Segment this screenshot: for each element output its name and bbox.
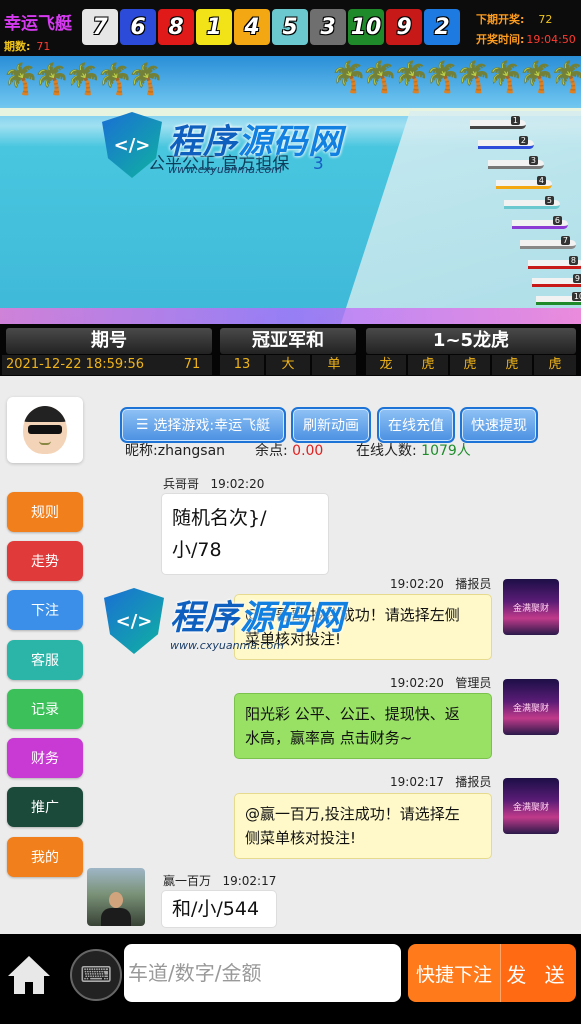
- draw-ball: 6: [120, 9, 156, 45]
- avatar[interactable]: [7, 397, 83, 463]
- refresh-animation-button[interactable]: 刷新动画: [291, 407, 371, 443]
- send-button[interactable]: 发 送: [500, 944, 576, 1002]
- user-avatar[interactable]: [87, 868, 145, 926]
- stat-header-dragon-tiger: 1~5龙虎: [366, 328, 576, 354]
- message-meta: 兵哥哥 19:02:20: [163, 477, 265, 491]
- stat-parity: 单: [312, 355, 356, 375]
- sidebar-item-support[interactable]: 客服: [7, 640, 83, 680]
- draw-ball: 4: [234, 9, 270, 45]
- online-recharge-button[interactable]: 在线充值: [377, 407, 455, 443]
- boat: 4: [496, 176, 552, 189]
- stat-dragon-tiger: 虎: [492, 355, 532, 375]
- race-animation: 🌴🌴🌴🌴🌴 🌴🌴🌴🌴🌴🌴🌴🌴 公平公正 官方担保 3 1 2 3 4 5 6 7…: [0, 56, 581, 324]
- stat-header-sum: 冠亚军和: [220, 328, 356, 354]
- stat-dragon-tiger: 虎: [408, 355, 448, 375]
- palm-trees-icon: 🌴🌴🌴🌴🌴🌴🌴🌴: [330, 60, 581, 95]
- period-label: 期数: 71: [4, 40, 51, 53]
- chat-message: @赢一百万,投注成功！请选择左 侧菜单核对投注!: [234, 793, 492, 859]
- chat-message: 和/小/544: [161, 890, 277, 928]
- result-stats: 期号 冠亚军和 1~5龙虎 2021-12-22 18:59:56 71 13 …: [0, 324, 581, 376]
- period-value: 71: [36, 40, 51, 53]
- online-count-value: 1079人: [421, 443, 471, 459]
- code-shield-icon: </>: [102, 112, 162, 178]
- stat-period: 71: [172, 355, 212, 375]
- balance: 余点: 0.00: [255, 443, 324, 459]
- balance-value: 0.00: [292, 443, 324, 459]
- stat-size: 大: [266, 355, 310, 375]
- boat: 1: [470, 116, 526, 129]
- code-shield-icon: </>: [104, 588, 164, 654]
- finish-band: [0, 308, 581, 324]
- stat-dragon-tiger: 虎: [534, 355, 576, 375]
- boat: 3: [488, 156, 544, 169]
- home-icon[interactable]: [6, 952, 52, 998]
- draw-ball: 7: [82, 9, 118, 45]
- boat: 6: [512, 216, 568, 229]
- stat-dragon-tiger: 虎: [450, 355, 490, 375]
- bottom-bar: ⌨ 快捷下注 发 送: [0, 934, 581, 1024]
- draw-ball: 5: [272, 9, 308, 45]
- admin-avatar[interactable]: 金满聚财: [503, 679, 559, 735]
- broadcaster-avatar[interactable]: 金满聚财: [503, 778, 559, 834]
- quick-withdraw-button[interactable]: 快速提现: [460, 407, 538, 443]
- draw-ball: 3: [310, 9, 346, 45]
- stat-sum: 13: [220, 355, 264, 375]
- bet-input[interactable]: [124, 944, 401, 1002]
- boat: 9: [532, 274, 581, 287]
- boat: 7: [520, 236, 576, 249]
- sidebar-item-finance[interactable]: 财务: [7, 738, 83, 778]
- online-count: 在线人数: 1079人: [356, 443, 471, 459]
- boat: 8: [528, 256, 581, 269]
- sidebar-item-bet[interactable]: 下注: [7, 590, 83, 630]
- boat: 5: [504, 196, 560, 209]
- message-meta: 19:02:17 播报员: [390, 775, 492, 789]
- user-avatar-icon: [23, 406, 67, 454]
- sidebar-item-rules[interactable]: 规则: [7, 492, 83, 532]
- message-meta: 赢一百万 19:02:17: [163, 874, 277, 888]
- next-draw-info: 下期开奖: 72 开奖时间: 19:04:50: [476, 13, 576, 46]
- watermark: </> 程序源码网 www.cxyuanma.com: [102, 112, 343, 178]
- sidebar-item-mine[interactable]: 我的: [7, 837, 83, 877]
- palm-trees-icon: 🌴🌴🌴🌴🌴: [2, 62, 165, 97]
- draw-countdown: 19:04:50: [526, 33, 576, 46]
- list-icon: ☰: [135, 417, 149, 433]
- quick-bet-button[interactable]: 快捷下注: [408, 944, 500, 1002]
- sidebar-item-promote[interactable]: 推广: [7, 787, 83, 827]
- next-period: 72: [538, 13, 553, 26]
- game-title: 幸运飞艇: [4, 14, 72, 34]
- draw-ball: 9: [386, 9, 422, 45]
- stat-datetime: 2021-12-22 18:59:56: [2, 355, 172, 375]
- race-track: [332, 111, 581, 324]
- stat-dragon-tiger: 龙: [366, 355, 406, 375]
- sidebar-item-records[interactable]: 记录: [7, 689, 83, 729]
- message-meta: 19:02:20 管理员: [390, 676, 492, 690]
- sidebar-item-trend[interactable]: 走势: [7, 541, 83, 581]
- draw-ball: 1: [196, 9, 232, 45]
- top-bar: 幸运飞艇 期数: 71 7 6 8 1 4 5 3 10 9 2 下期开奖: 72 …: [0, 0, 581, 56]
- chat-message: 随机名次}/小/78: [161, 493, 329, 575]
- chat-message: 阳光彩 公平、公正、提现快、返 水高，赢率高 点击财务~: [234, 693, 492, 759]
- watermark: </> 程序源码网 www.cxyuanma.com: [104, 588, 345, 654]
- nickname: 昵称:zhangsan: [125, 443, 226, 459]
- stat-header-period: 期号: [6, 328, 212, 354]
- draw-numbers: 7 6 8 1 4 5 3 10 9 2: [82, 9, 460, 45]
- draw-ball: 8: [158, 9, 194, 45]
- broadcaster-avatar[interactable]: 金满聚财: [503, 579, 559, 635]
- boat: 2: [478, 136, 534, 149]
- keyboard-icon[interactable]: ⌨: [70, 949, 122, 1001]
- draw-ball: 2: [424, 9, 460, 45]
- user-panel: ☰ 选择游戏:幸运飞艇 刷新动画 在线充值 快速提现 昵称:zhangsan 余点…: [7, 397, 577, 473]
- boat: 10: [536, 292, 581, 305]
- select-game-button[interactable]: ☰ 选择游戏:幸运飞艇: [120, 407, 286, 443]
- draw-ball: 10: [348, 9, 384, 45]
- message-meta: 19:02:20 播报员: [390, 577, 492, 591]
